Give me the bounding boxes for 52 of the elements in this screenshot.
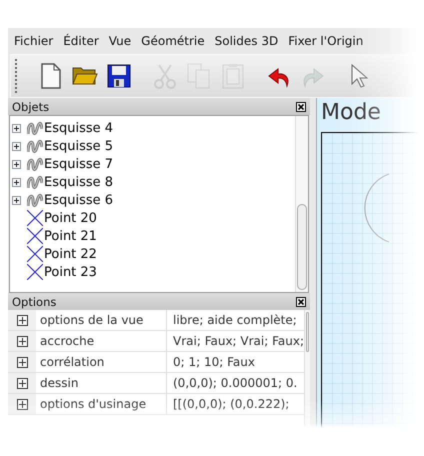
view-title: Mode [320, 99, 382, 127]
panel-title: Objets [12, 100, 50, 114]
property-value[interactable]: 0; 1; 10; Faux [167, 355, 304, 369]
tree-item[interactable]: Esquisse 8 [44, 174, 114, 190]
tree-item[interactable]: Esquisse 5 [44, 138, 114, 154]
expand-icon[interactable] [8, 352, 36, 372]
property-name: options de la vue [36, 310, 167, 330]
expand-icon[interactable] [12, 178, 21, 186]
property-name: options d'usinage [36, 394, 167, 414]
property-name: accroche [36, 331, 167, 351]
menu-item[interactable]: Fixer l'Origin [288, 34, 364, 54]
expand-icon[interactable] [12, 142, 21, 150]
expand-icon[interactable] [8, 394, 36, 414]
sketch-icon [27, 156, 43, 172]
property-name: corrélation [36, 352, 167, 372]
expand-icon[interactable] [8, 310, 36, 330]
tree-item[interactable]: Point 23 [44, 264, 97, 280]
property-value[interactable]: (0,0,0); 0.000001; 0. [167, 376, 304, 390]
expand-icon[interactable] [8, 331, 36, 351]
tree-item[interactable]: Esquisse 4 [44, 120, 114, 136]
scrollbar-thumb[interactable] [297, 204, 307, 290]
sketch-icon [27, 192, 43, 208]
cross-icon [27, 246, 43, 262]
expand-icon[interactable] [8, 373, 36, 393]
circle-arc [362, 173, 390, 243]
property-value[interactable]: Vrai; Faux; Vrai; Faux; [167, 334, 304, 348]
tree-item[interactable]: Point 20 [44, 210, 97, 226]
property-value[interactable]: libre; aide complète; [167, 313, 304, 327]
menu-item[interactable]: Fichier [14, 34, 54, 54]
tree-item[interactable]: Point 22 [44, 246, 97, 262]
expand-icon[interactable] [12, 160, 21, 168]
tree-item[interactable]: Point 21 [44, 228, 97, 244]
cross-icon [27, 228, 43, 244]
sketch-icon [27, 174, 43, 190]
menu-item[interactable]: Géométrie [141, 34, 205, 54]
expand-icon[interactable] [12, 196, 21, 204]
close-icon[interactable] [296, 102, 306, 112]
menu-item[interactable]: Solides 3D [214, 34, 278, 54]
panel-title: Options [12, 294, 56, 308]
expand-icon[interactable] [12, 124, 21, 132]
cross-icon [27, 264, 43, 280]
menu-item[interactable]: Éditer [63, 34, 99, 54]
scrollbar-thumb[interactable] [306, 312, 309, 352]
sketch-icon [27, 138, 43, 154]
property-value[interactable]: [[(0,0,0); (0,0.222); [167, 397, 304, 411]
tree-item[interactable]: Esquisse 6 [44, 192, 114, 208]
close-icon[interactable] [296, 296, 306, 306]
cross-icon [27, 210, 43, 226]
property-name: dessin [36, 373, 167, 393]
tree-item[interactable]: Esquisse 7 [44, 156, 114, 172]
sketch-icon [27, 120, 43, 136]
menu-item[interactable]: Vue [108, 34, 132, 54]
